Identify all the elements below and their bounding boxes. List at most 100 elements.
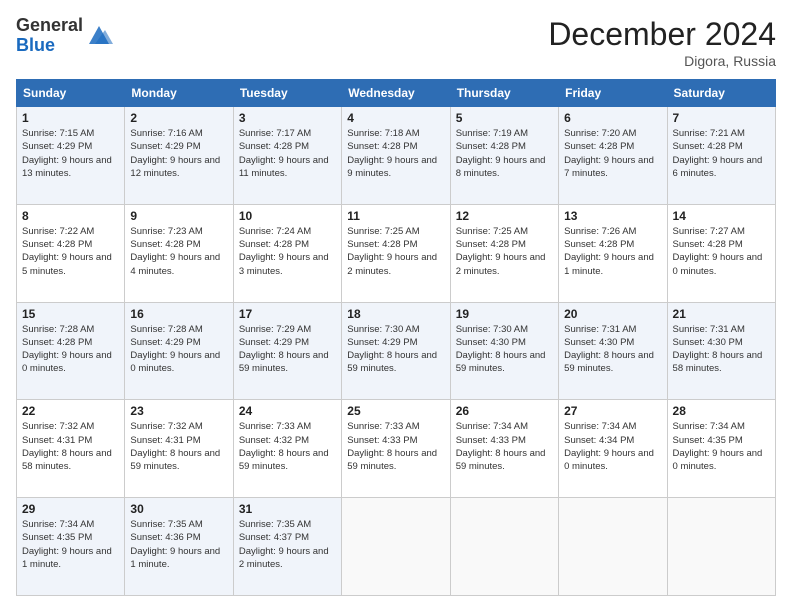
- calendar-cell: 27 Sunrise: 7:34 AM Sunset: 4:34 PM Dayli…: [559, 400, 667, 498]
- day-number: 2: [130, 111, 227, 125]
- day-header-saturday: Saturday: [667, 80, 775, 107]
- logo: General Blue: [16, 16, 113, 56]
- day-info: Sunrise: 7:27 AM Sunset: 4:28 PM Dayligh…: [673, 225, 770, 278]
- calendar-week-row: 8 Sunrise: 7:22 AM Sunset: 4:28 PM Daylig…: [17, 204, 776, 302]
- location: Digora, Russia: [548, 53, 776, 69]
- day-number: 11: [347, 209, 444, 223]
- calendar-week-row: 1Sunrise: 7:15 AM Sunset: 4:29 PM Daylig…: [17, 107, 776, 205]
- day-number: 15: [22, 307, 119, 321]
- day-number: 13: [564, 209, 661, 223]
- calendar-cell: 4Sunrise: 7:18 AM Sunset: 4:28 PM Daylig…: [342, 107, 450, 205]
- calendar-cell: 2Sunrise: 7:16 AM Sunset: 4:29 PM Daylig…: [125, 107, 233, 205]
- month-title: December 2024: [548, 16, 776, 53]
- day-number: 30: [130, 502, 227, 516]
- day-info: Sunrise: 7:30 AM Sunset: 4:30 PM Dayligh…: [456, 323, 553, 376]
- day-info: Sunrise: 7:34 AM Sunset: 4:35 PM Dayligh…: [22, 518, 119, 571]
- calendar-cell: 9 Sunrise: 7:23 AM Sunset: 4:28 PM Daylig…: [125, 204, 233, 302]
- day-number: 3: [239, 111, 336, 125]
- day-info: Sunrise: 7:30 AM Sunset: 4:29 PM Dayligh…: [347, 323, 444, 376]
- day-number: 14: [673, 209, 770, 223]
- day-number: 22: [22, 404, 119, 418]
- logo-general: General: [16, 16, 83, 36]
- calendar-header-row: SundayMondayTuesdayWednesdayThursdayFrid…: [17, 80, 776, 107]
- day-info: Sunrise: 7:33 AM Sunset: 4:32 PM Dayligh…: [239, 420, 336, 473]
- day-header-tuesday: Tuesday: [233, 80, 341, 107]
- calendar-cell: 14 Sunrise: 7:27 AM Sunset: 4:28 PM Dayli…: [667, 204, 775, 302]
- calendar-cell: 29 Sunrise: 7:34 AM Sunset: 4:35 PM Dayli…: [17, 498, 125, 596]
- calendar-cell: 25 Sunrise: 7:33 AM Sunset: 4:33 PM Dayli…: [342, 400, 450, 498]
- day-info: Sunrise: 7:35 AM Sunset: 4:36 PM Dayligh…: [130, 518, 227, 571]
- day-info: Sunrise: 7:26 AM Sunset: 4:28 PM Dayligh…: [564, 225, 661, 278]
- calendar-cell: 3Sunrise: 7:17 AM Sunset: 4:28 PM Daylig…: [233, 107, 341, 205]
- calendar-cell: 31Sunrise: 7:35 AM Sunset: 4:37 PM Dayli…: [233, 498, 341, 596]
- calendar-cell: 13 Sunrise: 7:26 AM Sunset: 4:28 PM Dayli…: [559, 204, 667, 302]
- day-info: Sunrise: 7:25 AM Sunset: 4:28 PM Dayligh…: [456, 225, 553, 278]
- day-info: Sunrise: 7:34 AM Sunset: 4:34 PM Dayligh…: [564, 420, 661, 473]
- day-number: 19: [456, 307, 553, 321]
- calendar-cell: 15Sunrise: 7:28 AM Sunset: 4:28 PM Dayli…: [17, 302, 125, 400]
- day-info: Sunrise: 7:24 AM Sunset: 4:28 PM Dayligh…: [239, 225, 336, 278]
- calendar-cell: 23 Sunrise: 7:32 AM Sunset: 4:31 PM Dayli…: [125, 400, 233, 498]
- header: General Blue December 2024 Digora, Russi…: [16, 16, 776, 69]
- day-info: Sunrise: 7:22 AM Sunset: 4:28 PM Dayligh…: [22, 225, 119, 278]
- day-info: Sunrise: 7:35 AM Sunset: 4:37 PM Dayligh…: [239, 518, 336, 571]
- day-number: 5: [456, 111, 553, 125]
- day-number: 12: [456, 209, 553, 223]
- day-header-monday: Monday: [125, 80, 233, 107]
- day-number: 18: [347, 307, 444, 321]
- calendar-cell: 12 Sunrise: 7:25 AM Sunset: 4:28 PM Dayli…: [450, 204, 558, 302]
- day-number: 28: [673, 404, 770, 418]
- day-info: Sunrise: 7:25 AM Sunset: 4:28 PM Dayligh…: [347, 225, 444, 278]
- calendar-cell: 10 Sunrise: 7:24 AM Sunset: 4:28 PM Dayli…: [233, 204, 341, 302]
- day-number: 29: [22, 502, 119, 516]
- day-header-thursday: Thursday: [450, 80, 558, 107]
- calendar-cell: 1Sunrise: 7:15 AM Sunset: 4:29 PM Daylig…: [17, 107, 125, 205]
- logo-icon: [85, 22, 113, 50]
- day-number: 8: [22, 209, 119, 223]
- day-number: 20: [564, 307, 661, 321]
- day-number: 21: [673, 307, 770, 321]
- calendar-cell: 28 Sunrise: 7:34 AM Sunset: 4:35 PM Dayli…: [667, 400, 775, 498]
- day-info: Sunrise: 7:33 AM Sunset: 4:33 PM Dayligh…: [347, 420, 444, 473]
- day-info: Sunrise: 7:32 AM Sunset: 4:31 PM Dayligh…: [22, 420, 119, 473]
- page: General Blue December 2024 Digora, Russi…: [0, 0, 792, 612]
- day-number: 10: [239, 209, 336, 223]
- calendar-cell: 24 Sunrise: 7:33 AM Sunset: 4:32 PM Dayli…: [233, 400, 341, 498]
- day-info: Sunrise: 7:20 AM Sunset: 4:28 PM Dayligh…: [564, 127, 661, 180]
- day-info: Sunrise: 7:21 AM Sunset: 4:28 PM Dayligh…: [673, 127, 770, 180]
- day-number: 24: [239, 404, 336, 418]
- logo-blue: Blue: [16, 36, 83, 56]
- day-number: 16: [130, 307, 227, 321]
- day-info: Sunrise: 7:19 AM Sunset: 4:28 PM Dayligh…: [456, 127, 553, 180]
- calendar-cell: [450, 498, 558, 596]
- calendar-cell: 8 Sunrise: 7:22 AM Sunset: 4:28 PM Daylig…: [17, 204, 125, 302]
- day-info: Sunrise: 7:23 AM Sunset: 4:28 PM Dayligh…: [130, 225, 227, 278]
- calendar-cell: 21 Sunrise: 7:31 AM Sunset: 4:30 PM Dayli…: [667, 302, 775, 400]
- calendar-cell: [559, 498, 667, 596]
- calendar-week-row: 22 Sunrise: 7:32 AM Sunset: 4:31 PM Dayli…: [17, 400, 776, 498]
- calendar-cell: 6 Sunrise: 7:20 AM Sunset: 4:28 PM Daylig…: [559, 107, 667, 205]
- calendar-cell: [342, 498, 450, 596]
- day-info: Sunrise: 7:32 AM Sunset: 4:31 PM Dayligh…: [130, 420, 227, 473]
- day-header-wednesday: Wednesday: [342, 80, 450, 107]
- calendar-cell: 20Sunrise: 7:31 AM Sunset: 4:30 PM Dayli…: [559, 302, 667, 400]
- logo-text: General Blue: [16, 16, 83, 56]
- day-number: 4: [347, 111, 444, 125]
- day-number: 23: [130, 404, 227, 418]
- day-number: 6: [564, 111, 661, 125]
- day-number: 27: [564, 404, 661, 418]
- calendar-cell: [667, 498, 775, 596]
- calendar-cell: 22 Sunrise: 7:32 AM Sunset: 4:31 PM Dayli…: [17, 400, 125, 498]
- day-info: Sunrise: 7:31 AM Sunset: 4:30 PM Dayligh…: [673, 323, 770, 376]
- day-info: Sunrise: 7:29 AM Sunset: 4:29 PM Dayligh…: [239, 323, 336, 376]
- day-number: 25: [347, 404, 444, 418]
- calendar-cell: 16Sunrise: 7:28 AM Sunset: 4:29 PM Dayli…: [125, 302, 233, 400]
- calendar-cell: 18 Sunrise: 7:30 AM Sunset: 4:29 PM Dayli…: [342, 302, 450, 400]
- title-block: December 2024 Digora, Russia: [548, 16, 776, 69]
- day-number: 9: [130, 209, 227, 223]
- day-info: Sunrise: 7:34 AM Sunset: 4:35 PM Dayligh…: [673, 420, 770, 473]
- calendar-cell: 11 Sunrise: 7:25 AM Sunset: 4:28 PM Dayli…: [342, 204, 450, 302]
- calendar-week-row: 29 Sunrise: 7:34 AM Sunset: 4:35 PM Dayli…: [17, 498, 776, 596]
- calendar-cell: 30 Sunrise: 7:35 AM Sunset: 4:36 PM Dayli…: [125, 498, 233, 596]
- day-info: Sunrise: 7:34 AM Sunset: 4:33 PM Dayligh…: [456, 420, 553, 473]
